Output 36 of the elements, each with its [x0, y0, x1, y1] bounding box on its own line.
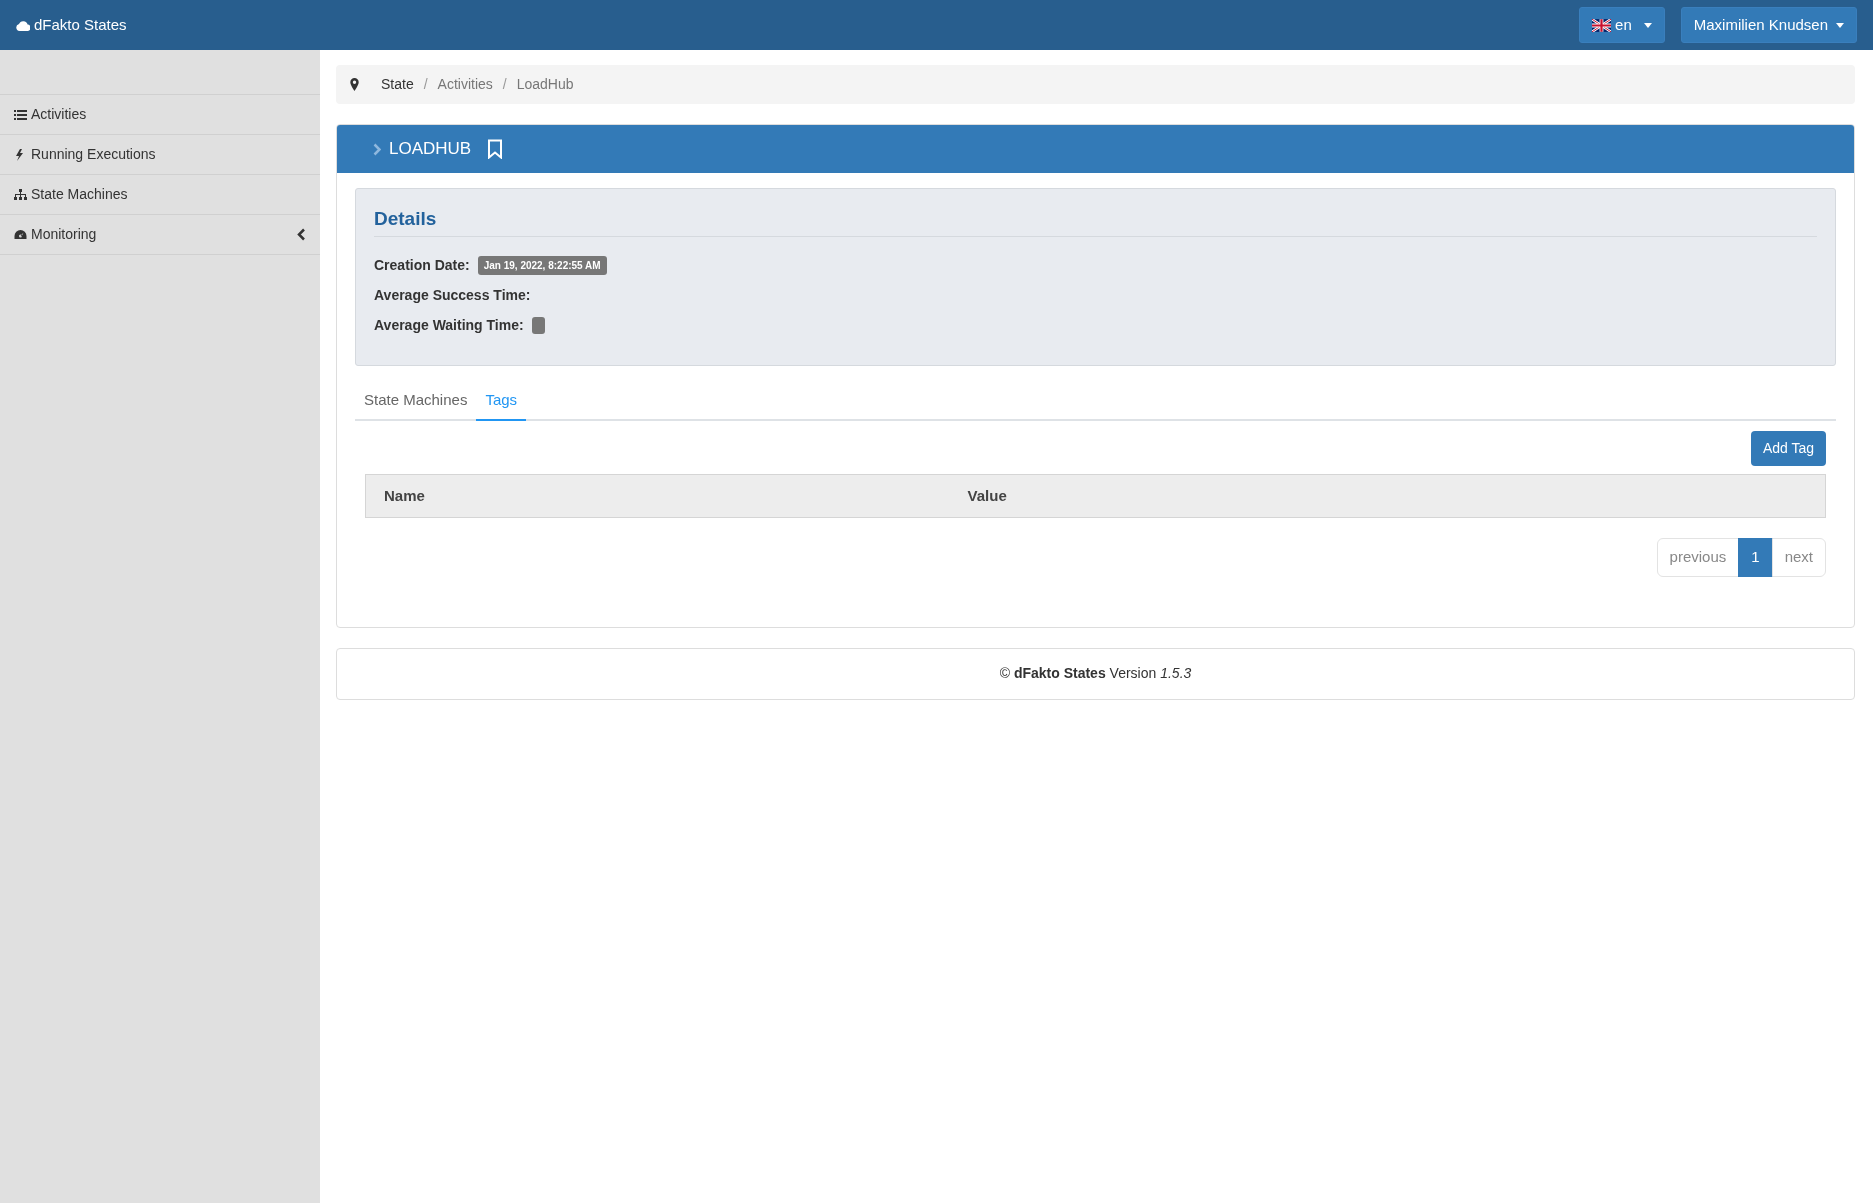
bookmark-icon[interactable] — [487, 139, 504, 159]
field-label: Average Waiting Time: — [374, 316, 524, 335]
field-label: Creation Date: — [374, 256, 470, 275]
tab[interactable]: State Machines — [355, 380, 477, 421]
field-label: Average Success Time: — [374, 286, 531, 305]
add-tag-button[interactable]: Add Tag — [1750, 431, 1826, 466]
column-header: Name — [383, 485, 426, 506]
language-dropdown[interactable]: en — [1579, 6, 1665, 44]
breadcrumb-link[interactable]: LoadHub — [516, 74, 574, 95]
previous-button[interactable]: previous — [1656, 538, 1740, 577]
next-button[interactable]: next — [1771, 538, 1826, 577]
footer-text: © dFakto States Version 1.5.3 — [999, 664, 1192, 683]
value-badge: Jan 19, 2022, 8:22:55 AM — [477, 256, 607, 275]
breadcrumb-separator: / — [502, 75, 507, 94]
column-header: Value — [966, 485, 1008, 506]
sidebar-item[interactable]: Activities — [0, 95, 320, 135]
value-badge — [531, 317, 545, 334]
list-icon — [14, 108, 27, 121]
sidebar-item[interactable]: Monitoring — [0, 215, 320, 255]
sidebar-item[interactable]: State Machines — [0, 175, 320, 215]
user-dropdown[interactable]: Maximilien Knudsen — [1680, 6, 1857, 44]
sidebar-item[interactable]: Running Executions — [0, 135, 320, 175]
hierarchy-icon — [14, 188, 27, 201]
breadcrumb-link[interactable]: Activities — [437, 74, 493, 95]
map-pin-icon — [350, 78, 359, 91]
cloud-icon — [16, 19, 30, 31]
breadcrumb-separator: / — [423, 75, 428, 94]
tab[interactable]: Tags — [476, 380, 527, 421]
gauge-icon — [14, 228, 27, 241]
details-heading: Details — [374, 205, 1817, 237]
page-button[interactable]: 1 — [1738, 538, 1773, 577]
panel-title: LOADHUB — [389, 138, 472, 161]
chevron-right-icon — [373, 142, 381, 156]
app-title[interactable]: dFakto States — [34, 13, 127, 37]
uk-flag-icon — [1592, 18, 1612, 32]
breadcrumb-link[interactable]: State — [381, 74, 414, 95]
